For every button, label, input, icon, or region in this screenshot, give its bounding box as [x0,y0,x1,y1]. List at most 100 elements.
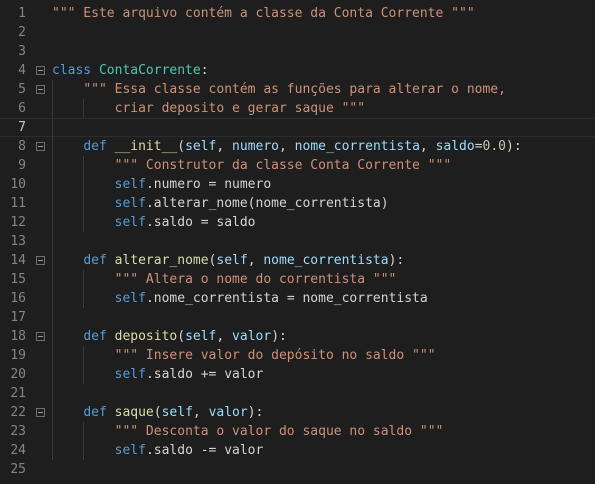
code-token: self [216,253,248,268]
line-number: 14 [10,253,26,268]
line-number: 21 [10,386,26,401]
code-token: 0.0 [482,139,507,154]
code-token: ): [388,253,405,268]
line-number: 1 [18,6,26,21]
code-token: """ Construtor da classe Conta Corrente … [114,158,452,173]
code-token: , [192,405,209,420]
code-line[interactable]: 17 [0,308,595,327]
code-text: self.nome_correntista = nome_correntista [52,289,428,308]
indent-guide [52,384,53,403]
fold-collapse-icon[interactable] [36,142,45,151]
indent-guide [52,119,53,138]
line-number: 4 [18,63,26,78]
code-token: ): [247,405,264,420]
code-token: self [185,139,217,154]
code-text: def __init__(self, numero, nome_correnti… [52,137,522,156]
code-line[interactable]: 7 [0,118,595,138]
fold-collapse-icon[interactable] [36,85,45,94]
line-number: 17 [10,310,26,325]
line-number: 20 [10,367,26,382]
line-number: 16 [10,291,26,306]
code-token: self [185,329,217,344]
code-token: ): [506,139,522,154]
line-number: 15 [10,272,26,287]
code-token: self [114,215,146,230]
code-token: alterar_nome [114,253,209,268]
line-number: 25 [10,462,26,477]
code-line[interactable]: 25 [0,460,595,479]
fold-collapse-icon[interactable] [36,256,45,265]
code-text: self.saldo = saldo [52,213,256,232]
line-number: 10 [10,177,26,192]
code-line[interactable]: 2 [0,23,595,42]
code-token: self [114,291,146,306]
code-line[interactable]: 9 """ Construtor da classe Conta Corrent… [0,156,595,175]
code-line[interactable]: 13 [0,232,595,251]
code-line[interactable]: 15 """ Altera o nome do correntista """ [0,270,595,289]
code-line[interactable]: 14 def alterar_nome(self, nome_correntis… [0,251,595,270]
code-line[interactable]: 16 self.nome_correntista = nome_correnti… [0,289,595,308]
code-token: self [114,367,146,382]
code-token: nome_correntista [294,139,420,154]
code-line[interactable]: 1 """ Este arquivo contém a classe da Con… [0,4,595,23]
code-text: """ Este arquivo contém a classe da Cont… [52,4,475,23]
code-line[interactable]: 3 [0,42,595,61]
code-line[interactable]: 11 self.alterar_nome(nome_correntista) [0,194,595,213]
fold-collapse-icon[interactable] [36,66,45,75]
code-token: def [83,405,107,420]
code-text: self.alterar_nome(nome_correntista) [52,194,389,213]
code-token: """ Essa classe contém as funções para a… [83,82,506,97]
code-line[interactable]: 20 self.saldo += valor [0,365,595,384]
code-text: def deposito(self, valor): [52,327,287,346]
code-line[interactable]: 21 [0,384,595,403]
code-token: ( [177,329,186,344]
fold-collapse-icon[interactable] [36,408,45,417]
code-token: valor [232,329,272,344]
code-token: , [216,329,233,344]
line-number: 6 [18,101,26,116]
code-line[interactable]: 22 def saque(self, valor): [0,403,595,422]
code-token: self [114,443,146,458]
code-token: __init__ [114,139,178,154]
code-token: """ Este arquivo contém a classe da Cont… [52,6,475,21]
code-token: = [474,139,483,154]
code-line[interactable]: 5 """ Essa classe contém as funções para… [0,80,595,99]
code-token: .saldo += valor [145,367,264,382]
code-token: class [52,63,92,78]
code-line[interactable]: 24 self.saldo -= valor [0,441,595,460]
code-text: """ Insere valor do depósito no saldo ""… [52,346,436,365]
code-editor[interactable]: 1 """ Este arquivo contém a classe da Con… [0,0,595,484]
code-line[interactable]: 8 def __init__(self, numero, nome_corren… [0,137,595,156]
line-number: 24 [10,443,26,458]
code-line[interactable]: 19 """ Insere valor do depósito no saldo… [0,346,595,365]
code-token: , [247,253,264,268]
code-token: ( [177,139,186,154]
code-token: def [83,139,107,154]
fold-collapse-icon[interactable] [36,332,45,341]
code-line[interactable]: 10 self.numero = numero [0,175,595,194]
code-line[interactable]: 6 criar deposito e gerar saque """ [0,99,595,118]
line-number: 7 [18,120,26,135]
indent-guide [52,232,53,251]
line-number: 13 [10,234,26,249]
code-line[interactable]: 12 self.saldo = saldo [0,213,595,232]
line-number: 18 [10,329,26,344]
code-token: , [216,139,233,154]
code-line[interactable]: 18 def deposito(self, valor): [0,327,595,346]
code-line[interactable]: 23 """ Desconta o valor do saque no sald… [0,422,595,441]
code-line[interactable]: 4 class ContaCorrente: [0,61,595,80]
code-token: """ Altera o nome do correntista """ [114,272,397,287]
line-number: 19 [10,348,26,363]
code-token: """ Insere valor do depósito no saldo ""… [114,348,436,363]
line-number: 22 [10,405,26,420]
